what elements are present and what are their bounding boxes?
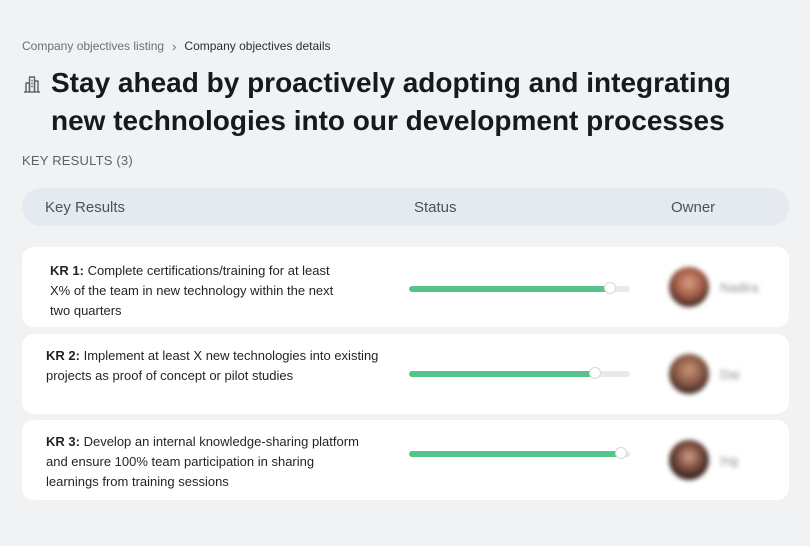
key-result-row[interactable]: KR 1: Complete certifications/training f… [22,247,789,327]
breadcrumb: Company objectives listing › Company obj… [22,39,331,53]
key-result-description: KR 3: Develop an internal knowledge-shar… [46,432,366,492]
breadcrumb-current: Company objectives details [184,39,331,53]
owner-avatar [669,354,709,394]
key-result-label: KR 1: [50,263,84,278]
progress-handle [590,368,600,378]
key-result-text: Complete certifications/training for at … [50,263,334,318]
owner-avatar [669,267,709,307]
progress-bar [409,283,630,293]
owner-name: Dai [720,367,740,382]
progress-fill [409,451,621,457]
progress-handle [616,448,626,458]
column-header-key-results: Key Results [45,199,126,216]
column-header-status: Status [414,199,457,216]
page-header: Stay ahead by proactively adopting and i… [22,64,792,140]
key-result-text: Implement at least X new technologies in… [46,348,379,383]
progress-fill [409,286,610,292]
key-result-description: KR 1: Complete certifications/training f… [50,261,340,321]
key-results-count-label: KEY RESULTS (3) [22,153,133,168]
key-result-label: KR 2: [46,348,80,363]
breadcrumb-link-objectives-listing[interactable]: Company objectives listing [22,39,164,53]
key-results-table-header: Key Results Status Owner [22,188,789,226]
chevron-right-icon: › [172,38,177,54]
progress-handle [605,283,615,293]
key-result-label: KR 3: [46,434,80,449]
owner-avatar [669,440,709,480]
owner-name: Ing [720,453,739,468]
building-icon [24,76,40,93]
key-result-row[interactable]: KR 2: Implement at least X new technolog… [22,334,789,414]
key-result-description: KR 2: Implement at least X new technolog… [46,346,381,386]
owner-name: Nadira [720,280,759,295]
key-result-text: Develop an internal knowledge-sharing pl… [46,434,359,489]
key-result-row[interactable]: KR 3: Develop an internal knowledge-shar… [22,420,789,500]
page-title: Stay ahead by proactively adopting and i… [51,67,731,136]
progress-bar [409,448,630,458]
progress-fill [409,371,595,377]
progress-bar [409,368,630,378]
column-header-owner: Owner [671,199,716,216]
